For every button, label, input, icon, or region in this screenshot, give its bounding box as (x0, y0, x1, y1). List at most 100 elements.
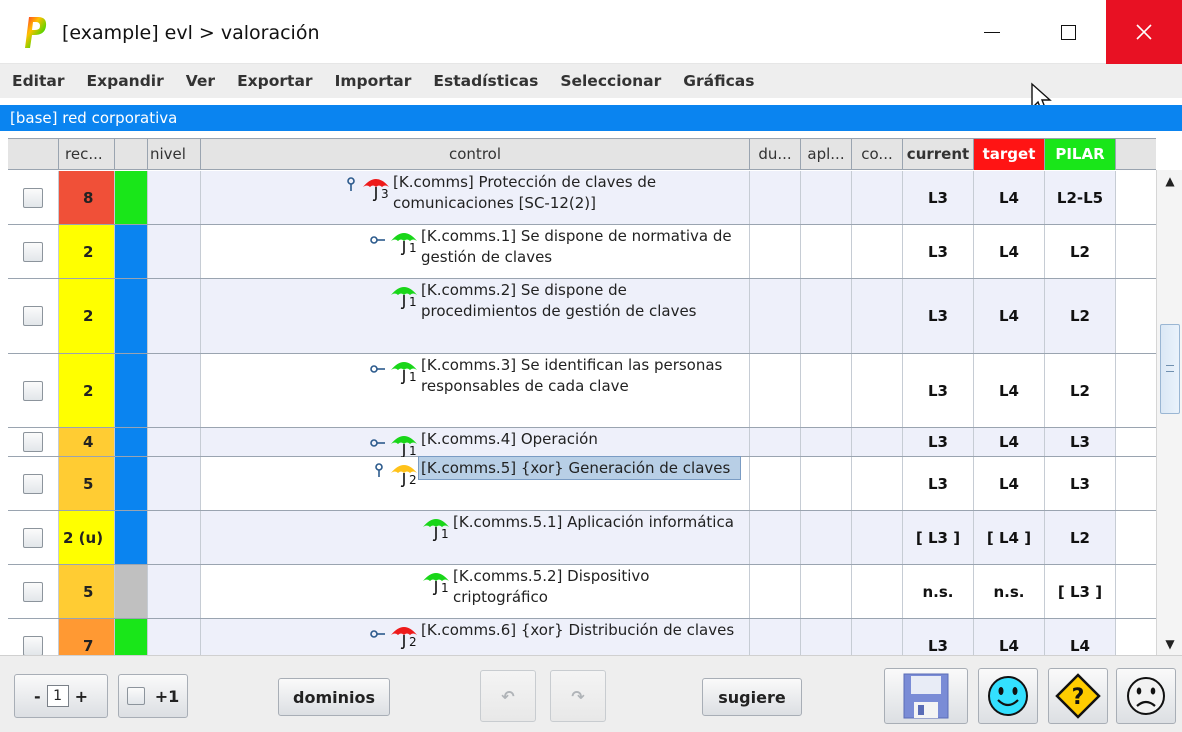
row-select-cell[interactable] (8, 619, 59, 655)
menu-editar[interactable]: Editar (8, 68, 69, 94)
control-tree-node[interactable]: 1 [K.comms.5.2] Dispositivo criptográfico (401, 565, 740, 608)
level-spinner[interactable]: - 1 + (14, 674, 108, 718)
table-row[interactable]: 8 3 [K.comms] Protección de claves de comu… (8, 171, 1156, 225)
du-cell[interactable] (750, 171, 801, 224)
row-select-cell[interactable] (8, 457, 59, 510)
pilar-cell[interactable]: L2 (1045, 511, 1116, 564)
control-tree-node[interactable]: 1 [K.comms.3] Se identifican las personas… (369, 354, 740, 397)
control-tree-node[interactable]: 1 [K.comms.1] Se dispone de normativa de … (369, 225, 740, 268)
du-cell[interactable] (750, 428, 801, 456)
nivel-cell[interactable] (148, 457, 201, 510)
row-select-cell[interactable] (8, 511, 59, 564)
co-cell[interactable] (852, 565, 903, 618)
apl-cell[interactable] (801, 354, 852, 427)
co-cell[interactable] (852, 225, 903, 278)
help-button[interactable]: ? (1048, 668, 1108, 724)
apl-cell[interactable] (801, 225, 852, 278)
current-cell[interactable]: L3 (903, 619, 974, 655)
dominios-button[interactable]: dominios (278, 678, 390, 716)
header-pilar[interactable]: PILAR (1045, 139, 1116, 170)
table-row[interactable]: 5 2 [K.comms.5] {xor} Generación de claves… (8, 456, 1156, 511)
table-row[interactable]: 2 1 [K.comms.1] Se dispone de normativa de… (8, 225, 1156, 279)
control-cell[interactable]: 3 [K.comms] Protección de claves de comun… (201, 171, 750, 224)
table-row[interactable]: 5 1 [K.comms.5.2] Dispositivo criptográfic… (8, 565, 1156, 619)
redo-button[interactable]: ↷ (550, 670, 606, 722)
apl-cell[interactable] (801, 619, 852, 655)
control-tree-node[interactable]: 1 [K.comms.5.1] Aplicación informática (401, 511, 740, 543)
control-cell[interactable]: 2 [K.comms.5] {xor} Generación de claves (201, 456, 750, 510)
spinner-minus-button[interactable]: - (34, 687, 41, 706)
control-cell[interactable]: 1 [K.comms.2] Se dispone de procedimiento… (201, 279, 750, 353)
target-cell[interactable]: L4 (974, 619, 1045, 655)
nivel-cell[interactable] (148, 619, 201, 655)
tree-collapsed-icon[interactable] (369, 229, 389, 251)
control-cell[interactable]: 1 [K.comms.1] Se dispone de normativa de … (201, 225, 750, 278)
row-checkbox[interactable] (23, 636, 43, 655)
row-checkbox[interactable] (23, 474, 43, 494)
apl-cell[interactable] (801, 428, 852, 456)
apl-cell[interactable] (801, 565, 852, 618)
tree-collapsed-icon[interactable] (369, 358, 389, 380)
menu-ver[interactable]: Ver (182, 68, 219, 94)
current-cell[interactable]: n.s. (903, 565, 974, 618)
header-rec[interactable]: rec... (59, 139, 115, 170)
header-control[interactable]: control (201, 139, 750, 170)
pilar-cell[interactable]: L4 (1045, 619, 1116, 655)
control-cell[interactable]: 1 [K.comms.5.1] Aplicación informática (201, 511, 750, 564)
current-cell[interactable]: L3 (903, 279, 974, 353)
co-cell[interactable] (852, 171, 903, 224)
nivel-cell[interactable] (148, 565, 201, 618)
row-checkbox[interactable] (23, 242, 43, 262)
scroll-thumb[interactable] (1160, 324, 1180, 414)
header-target[interactable]: target (974, 139, 1045, 170)
target-cell[interactable]: L4 (974, 428, 1045, 456)
row-checkbox[interactable] (23, 582, 43, 602)
row-checkbox[interactable] (23, 432, 43, 452)
nivel-cell[interactable] (148, 171, 201, 224)
menu-exportar[interactable]: Exportar (233, 68, 317, 94)
sad-face-button[interactable] (1116, 668, 1176, 724)
target-cell[interactable]: n.s. (974, 565, 1045, 618)
du-cell[interactable] (750, 279, 801, 353)
control-tree-node[interactable]: 1 [K.comms.2] Se dispone de procedimiento… (369, 279, 740, 322)
menu-seleccionar[interactable]: Seleccionar (556, 68, 665, 94)
row-checkbox[interactable] (23, 306, 43, 326)
nivel-cell[interactable] (148, 511, 201, 564)
pilar-cell[interactable]: L2 (1045, 225, 1116, 278)
row-select-cell[interactable] (8, 171, 59, 224)
header-current[interactable]: current (903, 139, 974, 170)
du-cell[interactable] (750, 354, 801, 427)
control-tree-node[interactable]: 2 [K.comms.5] {xor} Generación de claves (369, 456, 741, 489)
tree-collapsed-icon[interactable] (369, 432, 389, 454)
co-cell[interactable] (852, 428, 903, 456)
header-co[interactable]: co... (852, 139, 903, 170)
nivel-cell[interactable] (148, 279, 201, 353)
du-cell[interactable] (750, 457, 801, 510)
apl-cell[interactable] (801, 457, 852, 510)
current-cell[interactable]: L3 (903, 457, 974, 510)
row-select-cell[interactable] (8, 354, 59, 427)
header-status[interactable] (115, 139, 148, 170)
pilar-cell[interactable]: L3 (1045, 457, 1116, 510)
table-row[interactable]: 2 (u) 1 [K.comms.5.1] Aplicación informáti… (8, 511, 1156, 565)
save-button[interactable] (884, 668, 968, 724)
co-cell[interactable] (852, 354, 903, 427)
row-select-cell[interactable] (8, 279, 59, 353)
co-cell[interactable] (852, 619, 903, 655)
target-cell[interactable]: L4 (974, 225, 1045, 278)
du-cell[interactable] (750, 511, 801, 564)
table-row[interactable]: 2 1 [K.comms.2] Se dispone de procedimient… (8, 279, 1156, 354)
menu-estadisticas[interactable]: Estadísticas (429, 68, 542, 94)
scroll-up-icon[interactable]: ▲ (1157, 170, 1182, 192)
scroll-down-icon[interactable]: ▼ (1157, 633, 1182, 655)
control-cell[interactable]: 1 [K.comms.4] Operación (201, 428, 750, 459)
apl-cell[interactable] (801, 279, 852, 353)
co-cell[interactable] (852, 279, 903, 353)
current-cell[interactable]: L3 (903, 354, 974, 427)
du-cell[interactable] (750, 619, 801, 655)
nivel-cell[interactable] (148, 428, 201, 456)
row-checkbox[interactable] (23, 528, 43, 548)
current-cell[interactable]: L3 (903, 428, 974, 456)
nivel-cell[interactable] (148, 225, 201, 278)
current-cell[interactable]: [ L3 ] (903, 511, 974, 564)
